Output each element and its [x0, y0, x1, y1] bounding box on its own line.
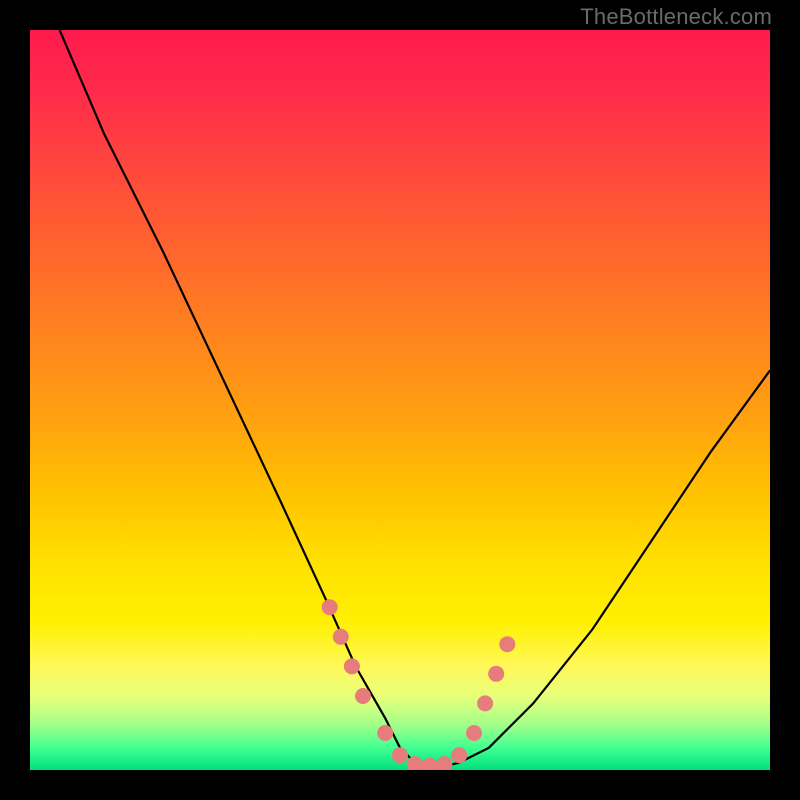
marker-dot [392, 747, 408, 763]
marker-dot [499, 636, 515, 652]
curve-path [60, 30, 770, 766]
marker-dot [477, 695, 493, 711]
marker-dot [355, 688, 371, 704]
marker-dot [466, 725, 482, 741]
marker-dot [333, 629, 349, 645]
chart-frame: TheBottleneck.com [0, 0, 800, 800]
marker-dot [377, 725, 393, 741]
marker-dot [422, 758, 438, 770]
curve-layer [30, 30, 770, 770]
plot-area [30, 30, 770, 770]
watermark-text: TheBottleneck.com [580, 4, 772, 30]
marker-dot [488, 666, 504, 682]
marker-dots [322, 599, 516, 770]
marker-dot [322, 599, 338, 615]
curve-path-group [60, 30, 770, 766]
marker-dot [436, 756, 452, 770]
marker-dot [451, 747, 467, 763]
marker-dot [344, 658, 360, 674]
